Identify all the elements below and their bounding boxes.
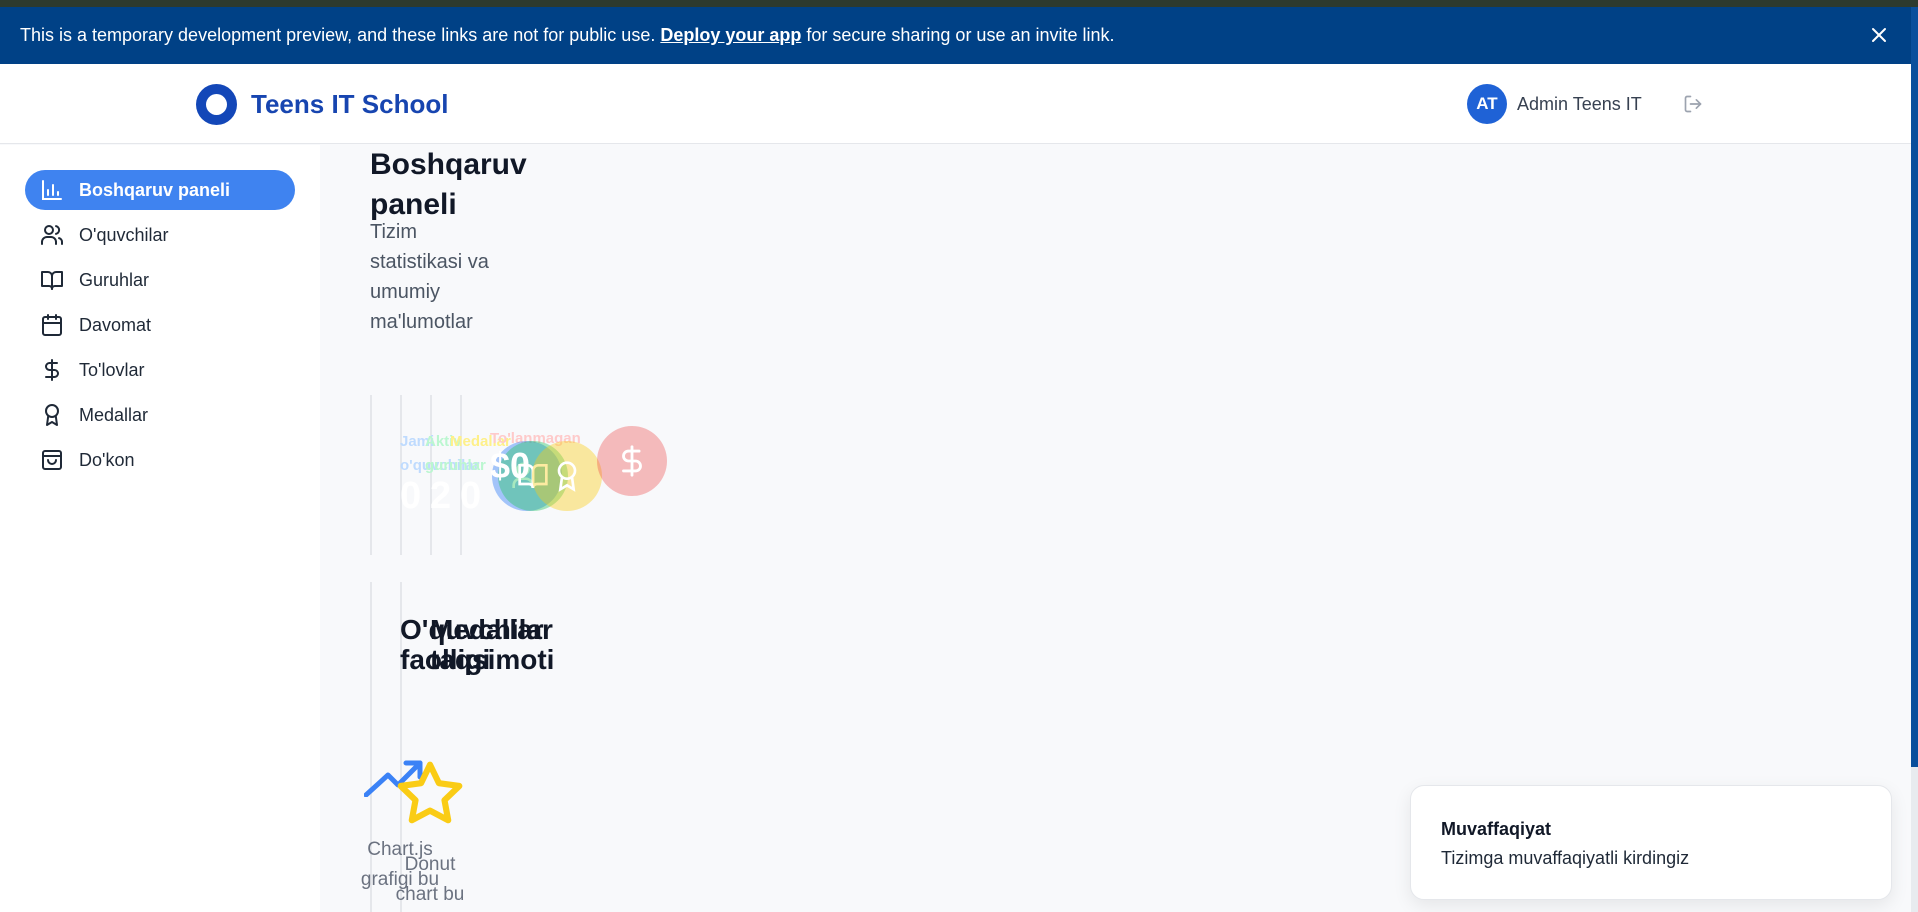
browser-top-strip xyxy=(0,0,1918,7)
preview-banner: This is a temporary development preview,… xyxy=(0,7,1911,64)
brand[interactable]: Teens IT School xyxy=(196,84,448,125)
stat-icon-bg-unpaid xyxy=(597,426,667,496)
stat-value-medals: 0 xyxy=(460,475,482,517)
book-open-icon xyxy=(41,271,63,290)
page-title: Boshqaruv paneli xyxy=(370,148,527,221)
logo-icon xyxy=(196,84,237,125)
sidebar-item-medals[interactable]: Medallar xyxy=(25,395,295,435)
sidebar-item-label: Davomat xyxy=(79,314,152,335)
shopping-bag-icon xyxy=(42,450,62,470)
sidebar-item-attendance[interactable]: Davomat xyxy=(25,305,295,345)
page-scrollbar[interactable] xyxy=(1911,7,1918,912)
logout-icon[interactable] xyxy=(1683,94,1703,114)
deploy-link[interactable]: Deploy your app xyxy=(660,25,801,46)
bar-chart-icon xyxy=(42,180,62,200)
sidebar-item-payments[interactable]: To'lovlar xyxy=(25,350,295,390)
sidebar-item-shop[interactable]: Do'kon xyxy=(25,440,295,480)
dollar-icon xyxy=(622,445,642,477)
calendar-icon xyxy=(42,314,62,336)
toast-message: Tizimga muvaffaqiyatli kirdingiz xyxy=(1441,848,1690,868)
star-icon xyxy=(397,761,463,824)
sidebar-item-label: Do'kon xyxy=(79,449,135,470)
sidebar: Boshqaruv paneli O'quvchilar Guruhlar Da… xyxy=(0,145,320,912)
stat-icon-bg-medals xyxy=(532,441,602,511)
sidebar-item-label: Guruhlar xyxy=(79,269,150,290)
banner-text-after: for secure sharing or use an invite link… xyxy=(806,25,1115,45)
stat-value-groups: 2 xyxy=(430,475,452,517)
sidebar-item-label: To'lovlar xyxy=(79,359,145,380)
sidebar-item-students[interactable]: O'quvchilar xyxy=(25,215,295,255)
success-toast[interactable]: Muvaffaqiyat Tizimga muvaffaqiyatli kird… xyxy=(1410,785,1892,900)
sidebar-item-label: O'quvchilar xyxy=(79,224,169,245)
card-title-medals: Medallar taqsimoti xyxy=(430,614,555,675)
avatar: AT xyxy=(1467,84,1507,124)
stat-card-border xyxy=(370,395,372,555)
app-header: Teens IT School AT Admin Teens IT xyxy=(0,64,1911,144)
user-menu[interactable]: AT Admin Teens IT xyxy=(1467,84,1642,124)
chart-placeholder-medals: Donut chart bu xyxy=(395,854,465,905)
sidebar-item-label: Medallar xyxy=(79,404,149,425)
sidebar-item-label: Boshqaruv paneli xyxy=(79,179,231,200)
user-name: Admin Teens IT xyxy=(1517,93,1642,114)
scrollbar-thumb[interactable] xyxy=(1911,7,1918,767)
dollar-icon xyxy=(45,359,59,381)
sidebar-item-dashboard[interactable]: Boshqaruv paneli xyxy=(25,170,295,210)
award-icon xyxy=(45,404,59,426)
brand-name: Teens IT School xyxy=(251,89,449,119)
award-icon xyxy=(557,461,577,492)
page-subtitle: Tizim statistikasi va umumiy ma'lumotlar xyxy=(370,221,489,333)
stat-value-unpaid: $0 xyxy=(490,445,531,486)
users-icon xyxy=(41,225,64,245)
sidebar-item-groups[interactable]: Guruhlar xyxy=(25,260,295,300)
toast-title: Muvaffaqiyat xyxy=(1441,819,1552,839)
stat-value-students: 0 xyxy=(400,475,422,517)
close-icon[interactable] xyxy=(1869,25,1889,45)
banner-text: This is a temporary development preview,… xyxy=(20,25,656,45)
